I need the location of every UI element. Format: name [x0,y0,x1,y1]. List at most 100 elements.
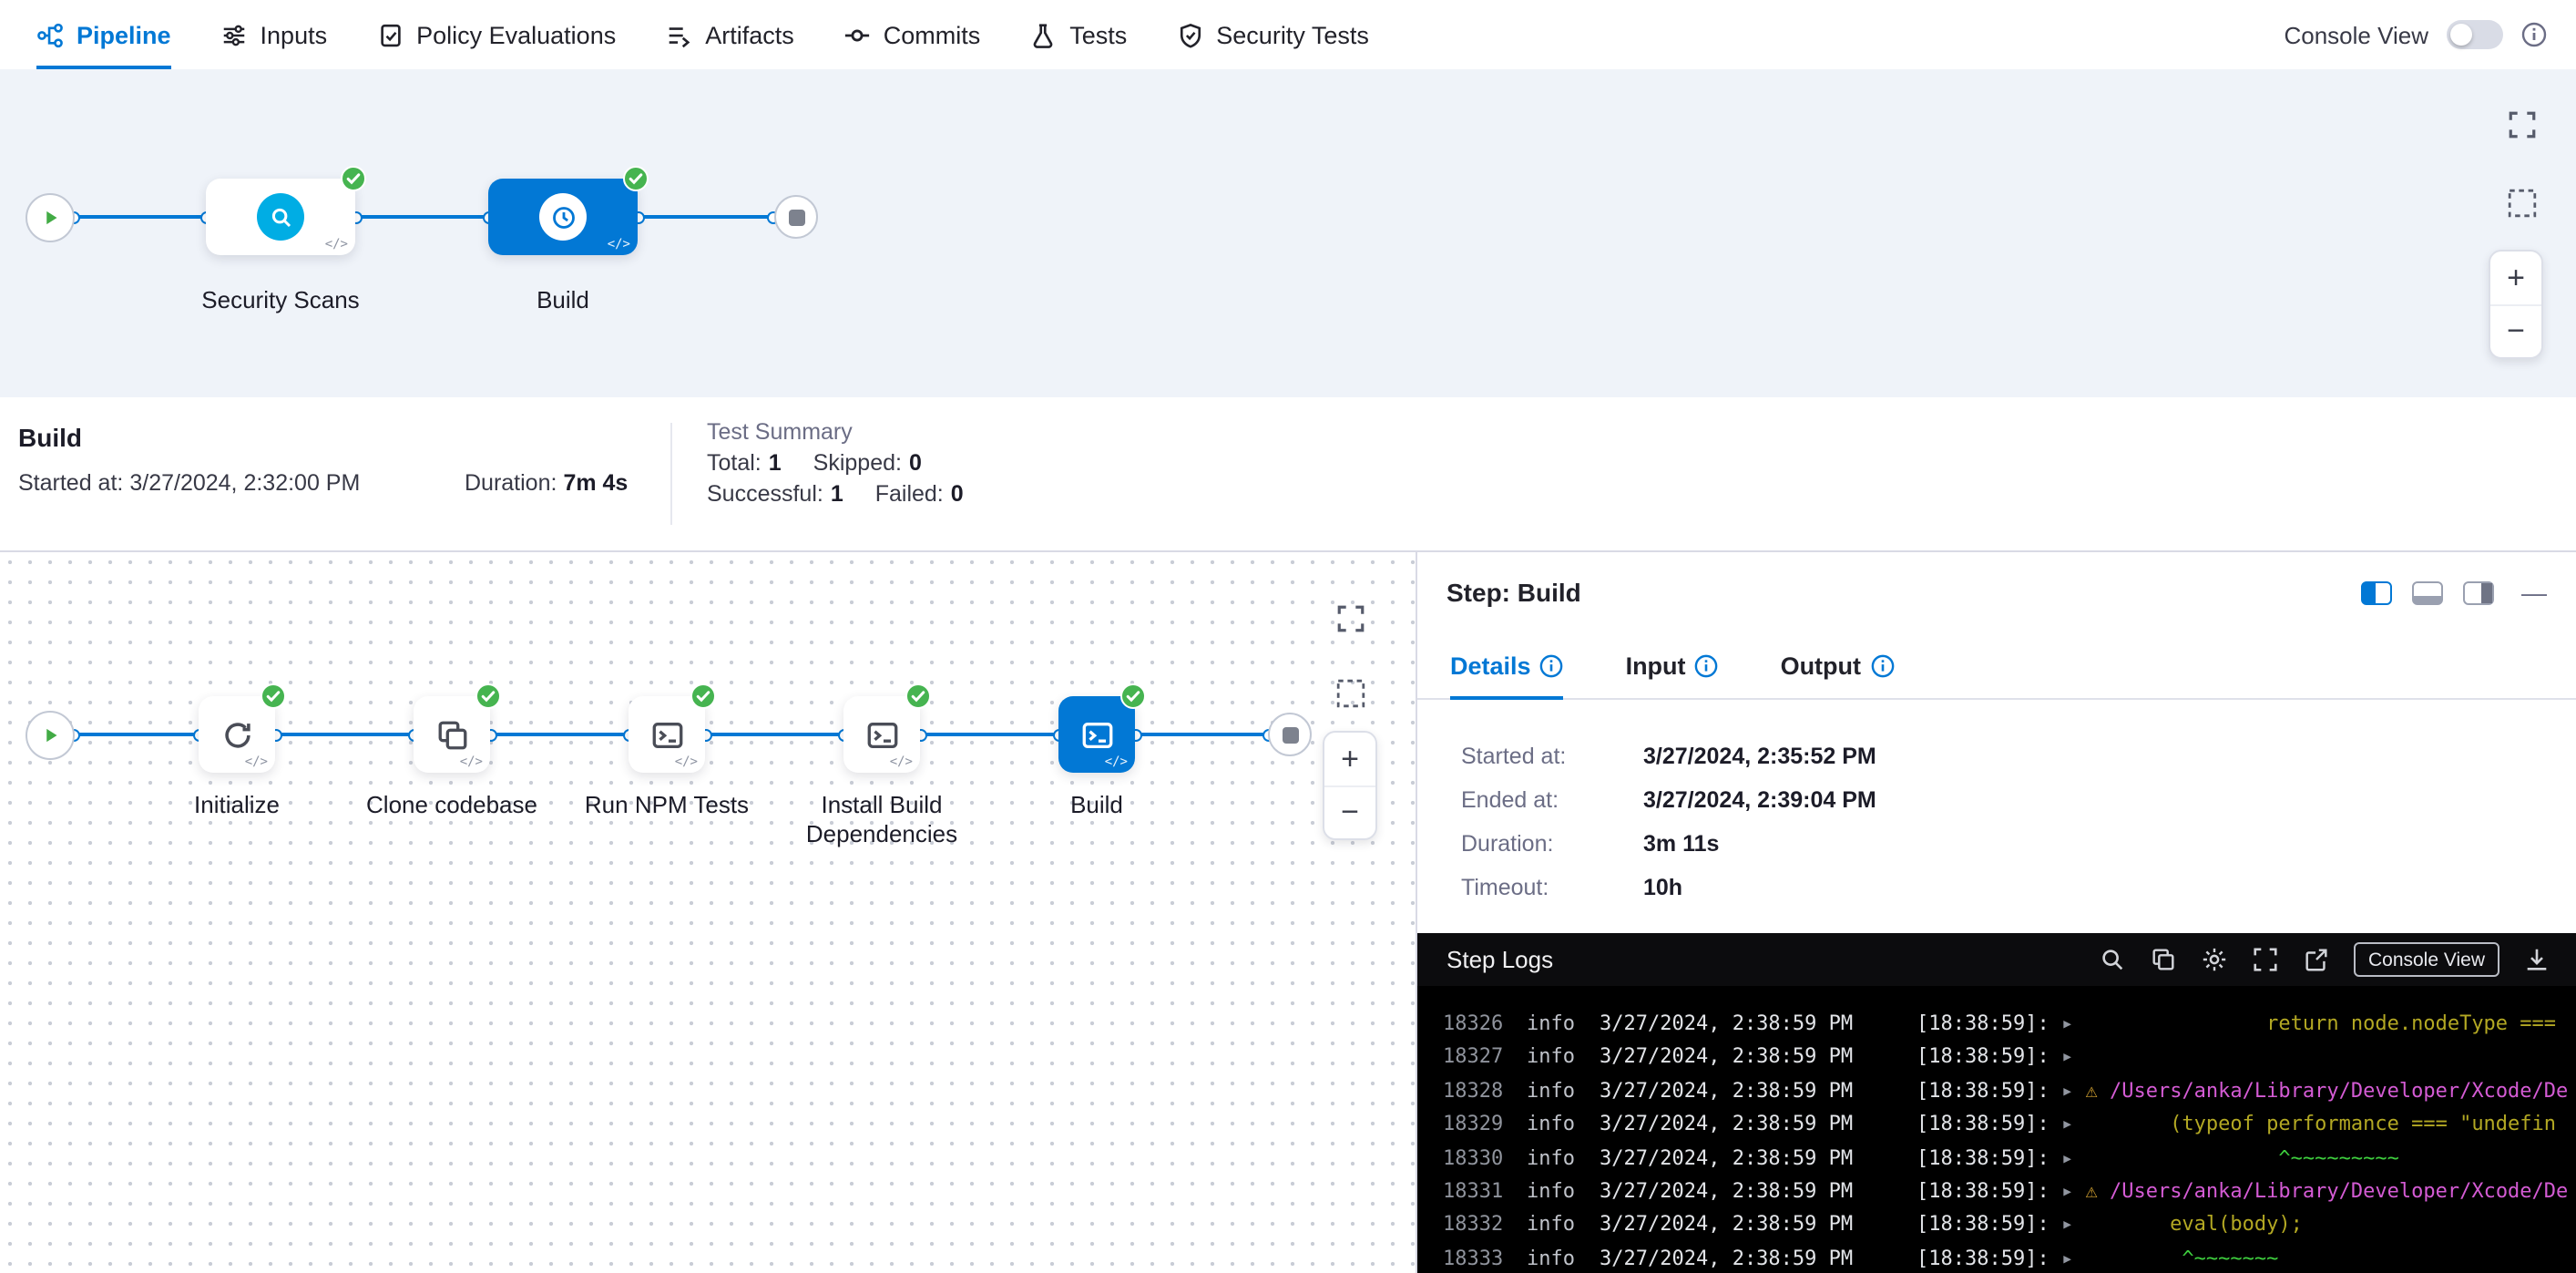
zoom-out-button[interactable]: − [2490,304,2541,357]
stage-build-icon [539,193,587,241]
tab-inputs[interactable]: Inputs [220,0,328,69]
test-summary-row-2: Successful:1 Failed:0 [707,481,964,507]
end-node[interactable] [1268,713,1312,756]
layout-split-left-icon[interactable] [2361,581,2392,605]
tab-label-output: Output [1781,652,1861,679]
total-label: Total: [707,450,762,476]
connector-line [920,733,1058,736]
tab-tests[interactable]: Tests [1029,0,1127,69]
detail-value: 10h [1643,875,1682,900]
log-content: [18:38:59]: ▸ ⚠ /Users/anka/Library/Deve… [1917,1175,2576,1209]
open-in-new-icon[interactable] [2303,946,2330,973]
top-navigation: Pipeline Inputs Policy Evaluations Artifact… [0,0,2576,69]
search-icon[interactable] [2099,946,2126,973]
expand-logs-icon[interactable] [2252,946,2279,973]
log-content: [18:38:59]: ▸ ^~~~~~~~ [1917,1243,2576,1273]
clone-icon [434,717,469,752]
zoom-in-button[interactable]: + [2490,252,2541,304]
tab-security-tests[interactable]: Security Tests [1176,0,1369,69]
log-segment: ^~~~~~~~~~ [2085,1145,2398,1169]
log-inline-timestamp: [18:38:59]: [1917,1112,2050,1135]
selection-tool-icon[interactable] [2499,180,2543,224]
connector-line [490,733,629,736]
commits-icon [843,21,871,48]
log-level: info [1527,1042,1600,1075]
log-line-number: 18329 [1443,1108,1527,1142]
expand-caret-icon[interactable]: ▸ [2050,1079,2086,1103]
stage-node-build[interactable]: </> [488,179,638,255]
expand-caret-icon[interactable]: ▸ [2050,1112,2086,1135]
nav-tabs: Pipeline Inputs Policy Evaluations Artifact… [0,0,1369,69]
expand-caret-icon[interactable]: ▸ [2050,1179,2086,1203]
log-level: info [1527,1209,1600,1243]
detail-value: 3m 11s [1643,831,1719,857]
tab-label-details: Details [1450,652,1531,679]
log-line: 18329info3/27/2024, 2:38:59 PM[18:38:59]… [1443,1108,2576,1142]
zoom-out-button[interactable]: − [1324,785,1375,838]
log-segment: eval(body); [2085,1213,2302,1237]
log-level: info [1527,1008,1600,1042]
start-node[interactable] [25,710,74,759]
download-logs-icon[interactable] [2523,946,2550,973]
step-logs-bar: Step Logs Console View [1417,933,2576,986]
step-label-initialize: Initialize [128,791,346,820]
fullscreen-icon[interactable] [1328,596,1372,640]
step-node-initialize[interactable]: </> [199,696,275,773]
log-inline-timestamp: [18:38:59]: [1917,1179,2050,1203]
console-view-button[interactable]: Console View [2354,942,2499,977]
layout-right-icon[interactable] [2463,581,2494,605]
tab-artifacts[interactable]: Artifacts [665,0,794,69]
warning-icon: ⚠ [2085,1179,2110,1203]
detail-label: Started at: [1461,744,1643,769]
step-panel-title: Step: Build [1446,578,1581,607]
expand-caret-icon[interactable]: ▸ [2050,1011,2086,1035]
tab-commits[interactable]: Commits [843,0,981,69]
expand-caret-icon[interactable]: ▸ [2050,1045,2086,1069]
artifacts-icon [665,21,692,48]
layout-bottom-icon[interactable] [2412,581,2443,605]
stage-summary-bar: Build Started at: 3/27/2024, 2:32:00 PM … [0,397,2576,552]
step-label-install-build-dependencies: Install Build Dependencies [772,791,991,849]
duration-value: 7m 4s [563,470,628,496]
minimize-panel-icon[interactable]: — [2521,581,2547,605]
step-logs-console[interactable]: 18326info3/27/2024, 2:38:59 PM[18:38:59]… [1417,986,2576,1273]
connector-line [638,215,772,219]
zoom-in-button[interactable]: + [1324,733,1375,785]
step-node-build[interactable]: </> [1058,696,1135,773]
expand-caret-icon[interactable]: ▸ [2050,1247,2086,1270]
log-line-number: 18326 [1443,1008,1527,1042]
code-glyph: </> [245,755,268,769]
info-icon [1540,653,1564,677]
step-tab-input[interactable]: Input [1626,632,1719,698]
step-node-run-npm-tests[interactable]: </> [629,696,705,773]
step-node-clone-codebase[interactable]: </> [414,696,490,773]
step-tab-output[interactable]: Output [1781,632,1894,698]
stage-node-security-scans[interactable]: </> [206,179,355,255]
tab-pipeline[interactable]: Pipeline [36,0,171,69]
copy-icon[interactable] [2150,946,2177,973]
log-line: 18331info3/27/2024, 2:38:59 PM[18:38:59]… [1443,1175,2576,1209]
info-icon[interactable] [2521,22,2547,47]
expand-caret-icon[interactable]: ▸ [2050,1145,2086,1169]
end-node[interactable] [774,195,818,239]
step-tab-details[interactable]: Details [1450,632,1564,698]
step-node-install-build-dependencies[interactable]: </> [843,696,920,773]
log-segment: return node.nodeType === [2085,1011,2556,1035]
console-view-toggle[interactable] [2447,20,2503,49]
settings-gear-icon[interactable] [2201,946,2228,973]
log-timestamp: 3/27/2024, 2:38:59 PM [1600,1042,1917,1075]
log-line: 18327info3/27/2024, 2:38:59 PM[18:38:59]… [1443,1042,2576,1075]
fullscreen-icon[interactable] [2499,102,2543,146]
stage-label-security-scans: Security Scans [171,286,390,315]
success-check-icon [905,683,931,709]
success-check-icon [1120,683,1146,709]
selection-tool-icon[interactable] [1328,671,1372,714]
expand-caret-icon[interactable]: ▸ [2050,1213,2086,1237]
tab-label-pipeline: Pipeline [77,21,171,48]
start-node[interactable] [25,192,74,241]
tab-policy-evaluations[interactable]: Policy Evaluations [376,0,616,69]
play-icon [36,203,63,231]
detail-row-timeout: Timeout:10h [1461,866,1876,909]
tab-label-tests: Tests [1069,21,1127,48]
play-icon [36,721,63,748]
